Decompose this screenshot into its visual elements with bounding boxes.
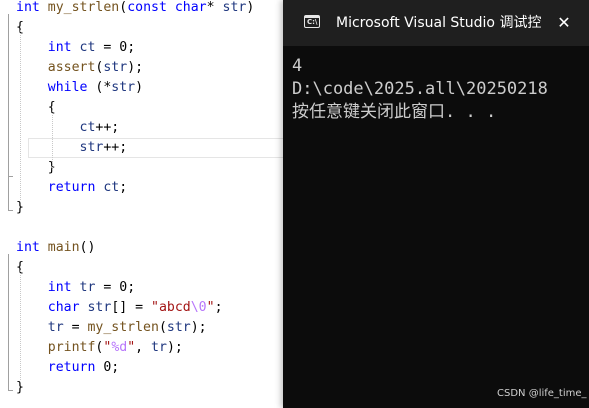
code-token: ct [103,180,120,195]
fold-end-my-strlen [8,210,13,211]
code-token: } [16,200,24,215]
fold-end-main [8,390,13,391]
code-token: char [47,300,80,315]
code-token: str [222,0,247,15]
code-token: ) [246,0,255,15]
code-token: { [16,100,56,115]
code-token: assert [47,60,96,75]
code-token: ); [166,340,183,355]
code-line[interactable]: tr = my_strlen(str); [16,318,207,338]
code-line[interactable]: int tr = 0; [16,278,135,298]
code-line[interactable]: int ct = 0; [16,38,135,58]
code-token: ; [119,180,128,195]
code-token: (* [87,80,112,95]
code-token: str [166,320,191,335]
console-output-line: 按任意键关闭此窗口. . . [292,102,497,122]
code-token: ct [79,40,96,55]
code-token: printf [47,340,96,355]
close-icon[interactable]: ✕ [553,12,575,34]
code-token: return [47,360,96,375]
code-line[interactable]: int my_strlen(const char* str) [16,0,254,18]
console-output-line: D:\code\2025.all\20250218 [292,79,548,99]
code-token: } [16,380,24,395]
code-token: " [127,340,136,355]
code-token: 0; [95,360,120,375]
code-line[interactable]: char str[] = "abcd\0"; [16,298,223,318]
code-token: my_strlen [87,320,159,335]
code-token: ); [127,60,144,75]
code-token: "abcd [151,300,191,315]
console-title: Microsoft Visual Studio 调试控 [336,15,542,31]
code-token: const [127,0,167,15]
fold-guide-main [8,254,9,390]
console-output-line: 4 [292,56,303,76]
code-token: ; [214,300,223,315]
code-token: " [206,300,215,315]
fold-guide-while [8,96,9,176]
code-line[interactable]: return ct; [16,178,127,198]
code-token: str [79,140,104,155]
code-token: [] = [111,300,152,315]
code-token: * [206,0,223,15]
code-token: int [47,280,72,295]
code-token: main [47,240,80,255]
code-line[interactable]: } [16,198,24,218]
watermark: CSDN @life_time_ [497,388,587,399]
code-line[interactable]: return 0; [16,358,119,378]
code-token: ); [190,320,207,335]
code-line[interactable]: assert(str); [16,58,143,78]
code-token: , [135,340,152,355]
code-token: tr [79,280,96,295]
code-token: ++; [95,120,120,135]
code-token: %d [111,340,128,355]
code-token: () [79,240,96,255]
console-window[interactable]: C:\ Microsoft Visual Studio 调试控 ✕ 4 D:\c… [283,0,589,408]
code-line[interactable]: int main() [16,238,95,258]
code-token: str [87,300,112,315]
fold-end-while [8,176,13,177]
code-token: my_strlen [47,0,120,15]
code-token: return [47,180,96,195]
code-token: ++; [103,140,128,155]
console-titlebar[interactable]: C:\ Microsoft Visual Studio 调试控 ✕ [283,0,589,46]
code-line[interactable]: } [16,378,24,398]
indent-guide [20,270,21,380]
code-token: ct [79,120,96,135]
indent-guide [20,30,21,200]
code-token: str [111,80,136,95]
code-line[interactable]: } [16,158,56,178]
code-token: = 0; [95,280,136,295]
console-window-icon: C:\ [304,15,320,28]
indent-guide [52,110,53,170]
code-token: = [63,320,88,335]
code-token: int [16,0,40,15]
code-token: ( [158,320,167,335]
code-token: \0 [190,300,207,315]
code-token: while [47,80,88,95]
code-token: = 0; [95,40,136,55]
code-line[interactable]: while (*str) [16,78,143,98]
code-token: ) [135,80,144,95]
code-line[interactable]: str++; [16,138,283,158]
code-token: char [174,0,207,15]
code-token: ( [119,0,128,15]
code-line[interactable]: { [16,98,56,118]
code-editor[interactable]: int my_strlen(const char* str){ int ct =… [0,0,283,408]
code-token: tr [47,320,64,335]
code-token: tr [151,340,167,355]
code-line[interactable]: printf("%d", tr); [16,338,183,358]
code-token: } [16,160,56,175]
code-token: int [16,240,40,255]
code-token: str [103,60,128,75]
code-token: int [47,40,72,55]
code-line[interactable]: ct++; [16,118,120,138]
